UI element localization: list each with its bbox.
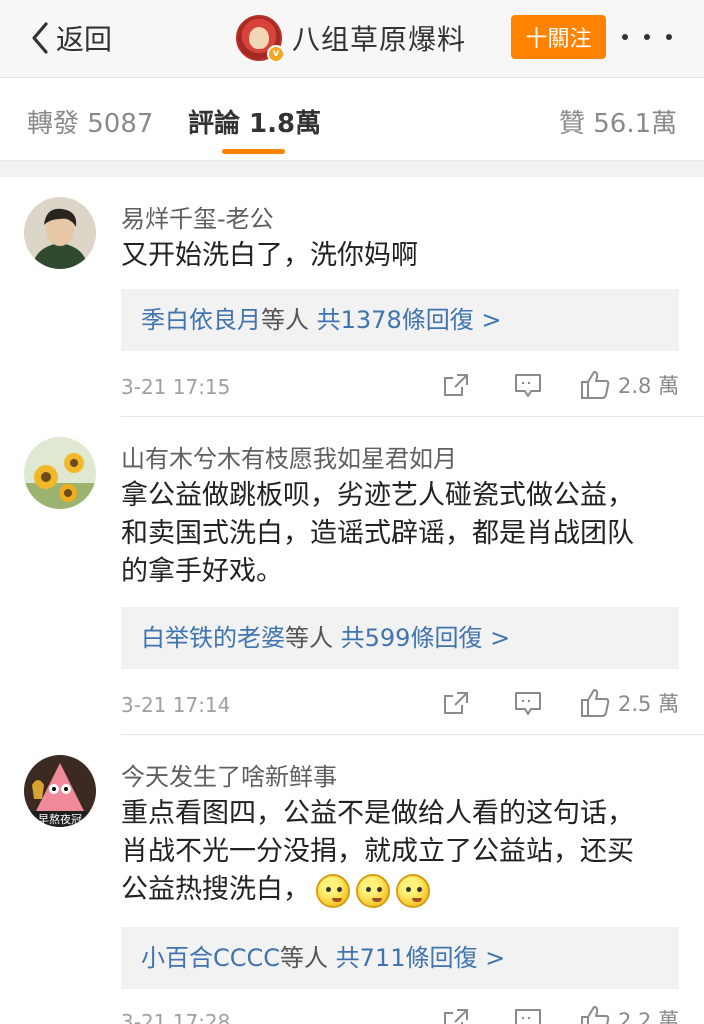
reply-summary[interactable]: 白举铁的老婆等人 共599條回復 > [121,607,679,669]
avatar-caption: 早熬夜冠 [38,812,82,826]
repost-button[interactable] [443,1008,469,1024]
comment-icon [515,374,541,397]
comment-button[interactable] [514,691,542,717]
reply-count-link[interactable]: 共1378條回復 > [317,306,502,334]
share-icon [444,692,468,714]
commenter-avatar[interactable] [24,197,96,269]
thumbs-up-icon [581,1006,610,1024]
account-name[interactable]: 八组草原爆料 [292,18,466,58]
reply-count-link[interactable]: 共711條回復 > [336,944,506,972]
comment-icon [515,1009,541,1024]
back-label: 返回 [56,23,113,56]
thinking-emoji-icon [356,873,390,908]
comment-text: 又开始洗白了，洗你妈啊 [121,240,418,271]
reply-names-link[interactable]: 小百合CCCC [141,944,280,972]
commenter-name[interactable]: 山有木兮木有枝愿我如星君如月 [121,439,457,474]
account-header[interactable]: v 八组草原爆料 [236,12,466,64]
comment-text: 重点看图四，公益不是做给人看的这句话， 肖战不光一分没捐，就成立了公益站，还买 … [121,795,681,909]
thinking-emoji-icon [396,873,430,908]
commenter-avatar[interactable]: 早熬夜冠 [24,755,96,827]
share-icon [444,1009,468,1024]
reply-names-link[interactable]: 白举铁的老婆 [141,624,285,652]
thumbs-up-icon [581,371,610,399]
like-count: 2.8 萬 [618,374,680,398]
tab-comments[interactable]: 評論 1.8萬 [188,103,321,140]
comment-item: 易烊千玺-老公 又开始洗白了，洗你妈啊 季白依良月等人 共1378條回復 > 3… [0,177,704,417]
reply-summary[interactable]: 小百合CCCC等人 共711條回復 > [121,927,679,989]
top-nav-bar: 返回 v 八组草原爆料 十關注 [0,0,704,78]
like-count: 2.5 萬 [618,692,680,716]
section-gap [0,161,704,177]
repost-button[interactable] [443,691,469,715]
comment-time: 3-21 17:14 [121,693,231,717]
reply-names-link[interactable]: 季白依良月 [141,306,261,334]
repost-button[interactable] [443,373,469,397]
commenter-name[interactable]: 今天发生了啥新鲜事 [121,757,337,792]
active-tab-indicator [222,149,285,154]
comment-time: 3-21 17:15 [121,375,231,399]
like-button[interactable]: 2.8 萬 [580,370,679,400]
share-icon [444,374,468,396]
like-button[interactable]: 2.5 萬 [580,688,679,718]
reply-count-link[interactable]: 共599條回復 > [341,624,511,652]
comment-time: 3-21 17:28 [121,1010,231,1024]
tab-bar: 轉發 5087 評論 1.8萬 贊 56.1萬 [0,79,704,161]
follow-button[interactable]: 十關注 [511,15,606,59]
chevron-left-icon [32,22,48,54]
back-button[interactable]: 返回 [30,14,112,62]
thumbs-up-icon [581,689,610,717]
reply-summary[interactable]: 季白依良月等人 共1378條回復 > [121,289,679,351]
commenter-avatar[interactable] [24,437,96,509]
verified-badge-icon: v [267,45,285,63]
comment-item: 早熬夜冠 今天发生了啥新鲜事 重点看图四，公益不是做给人看的这句话， 肖战不光一… [0,735,704,1024]
like-button[interactable]: 2.2 萬 [580,1005,679,1024]
like-count: 2.2 萬 [618,1009,680,1024]
more-dots-icon[interactable] [622,20,672,54]
comment-text: 拿公益做跳板呗，劣迹艺人碰瓷式做公益， 和卖国式洗白，造谣式辟谣，都是肖战团队 … [121,480,634,587]
thinking-emoji-icon [316,873,350,908]
account-avatar[interactable]: v [236,15,285,63]
tab-reposts[interactable]: 轉發 5087 [27,103,153,140]
comment-button[interactable] [514,373,542,399]
tab-likes[interactable]: 贊 56.1萬 [559,103,677,140]
comment-button[interactable] [514,1008,542,1024]
comment-item: 山有木兮木有枝愿我如星君如月 拿公益做跳板呗，劣迹艺人碰瓷式做公益， 和卖国式洗… [0,417,704,735]
commenter-name[interactable]: 易烊千玺-老公 [121,199,274,234]
comment-icon [515,692,541,715]
